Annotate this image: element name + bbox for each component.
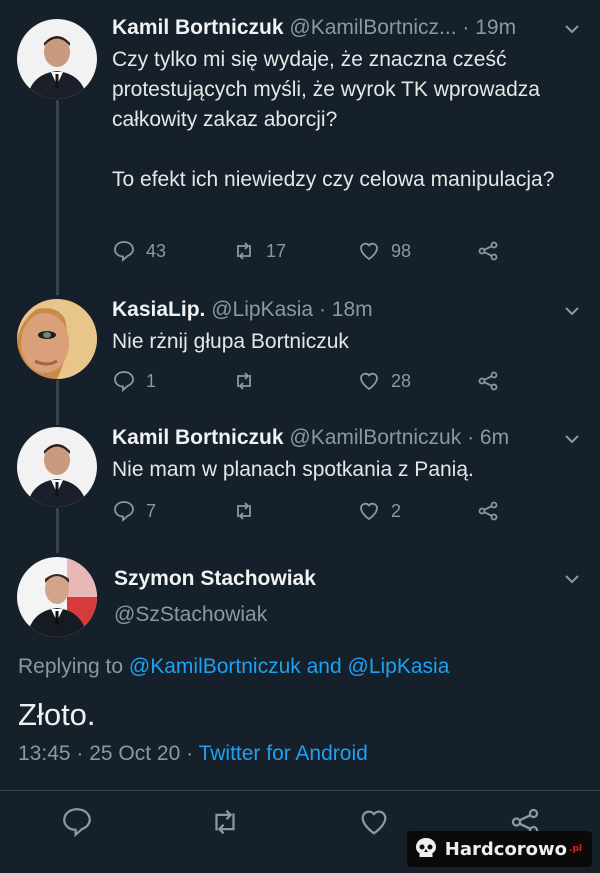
tweet-kamil-2[interactable]: Kamil Bortniczuk @KamilBortniczuk · 6m N… [0,425,600,535]
tweet-datetime: 13:45 · 25 Oct 20 · [18,742,199,765]
share-icon [478,371,498,391]
tweet-actions: 1 28 [112,366,512,396]
main-tweet-text: Złoto. [18,697,96,732]
author-handle[interactable]: @KamilBortnicz... [289,16,456,39]
author-name[interactable]: Kamil Bortniczuk [112,426,284,449]
tweet-actions: 43 17 98 [112,236,512,266]
tweet-kasia[interactable]: KasiaLip. @LipKasia · 18m Nie rżnij głup… [0,297,600,407]
watermark-text: Hardcorowo [444,838,568,860]
share-button[interactable] [476,366,500,396]
tweet-header: Kamil Bortniczuk @KamilBortnicz... · 19m [112,16,517,39]
avatar[interactable] [17,299,97,379]
reply-button[interactable]: 1 [112,366,156,396]
like-button[interactable]: 28 [357,366,411,396]
tweet-text: Nie rżnij głupa Bortniczuk [112,330,349,353]
main-tweet-header[interactable]: Szymon Stachowiak @SzStachowiak [0,555,600,645]
reply-button[interactable]: 43 [112,236,166,266]
mention-link[interactable]: @KamilBortniczuk [129,655,301,678]
replying-to: Replying to @KamilBortniczuk and @LipKas… [18,655,450,678]
share-icon [478,501,498,521]
reply-icon [63,808,91,838]
chevron-down-icon[interactable] [562,569,582,589]
chevron-down-icon[interactable] [562,301,582,321]
like-button[interactable]: 2 [357,496,401,526]
tweet-kamil-1[interactable]: Kamil Bortniczuk @KamilBortnicz... · 19m… [0,15,600,275]
tweet-header: KasiaLip. @LipKasia · 18m [112,298,373,321]
heart-icon [360,372,378,391]
chevron-down-icon[interactable] [562,19,582,39]
retweet-button[interactable] [232,496,266,526]
tweet-text: Nie mam w planach spotkania z Panią. [112,458,474,481]
like-button[interactable] [357,805,391,839]
retweet-button[interactable] [208,805,242,839]
heart-icon [361,810,387,835]
divider [0,790,600,791]
heart-icon [360,242,378,261]
tweet-text: Czy tylko mi się wydaje, że znaczna cześ… [112,48,555,191]
mention-link[interactable]: @LipKasia [348,655,450,678]
reply-icon [114,371,134,393]
retweet-icon [237,502,251,520]
tweet-time[interactable]: 18m [332,298,373,321]
avatar[interactable] [17,557,97,637]
reply-button[interactable] [60,805,94,839]
author-name[interactable]: Kamil Bortniczuk [112,16,284,39]
retweet-icon [215,809,235,835]
watermark-suffix: .pl [569,844,582,854]
skull-icon [415,838,436,857]
author-handle[interactable]: @LipKasia [211,298,313,321]
author-name[interactable]: KasiaLip. [112,298,205,321]
tweet-time[interactable]: 19m [475,16,516,39]
watermark-logo: Hardcorowo .pl [406,831,592,867]
retweet-icon [237,372,251,390]
avatar[interactable] [17,19,97,99]
retweet-button[interactable] [232,366,266,396]
tweet-time[interactable]: 6m [480,426,509,449]
author-handle[interactable]: @KamilBortniczuk [289,426,461,449]
retweet-icon [237,242,251,260]
share-button[interactable] [476,236,500,266]
retweet-button[interactable]: 17 [232,236,286,266]
tweet-meta: 13:45 · 25 Oct 20 · Twitter for Android [18,742,368,766]
chevron-down-icon[interactable] [562,429,582,449]
heart-icon [360,502,378,521]
like-button[interactable]: 98 [357,236,411,266]
avatar[interactable] [17,427,97,507]
tweet-actions: 7 2 [112,496,512,526]
tweet-header: Kamil Bortniczuk @KamilBortniczuk · 6m [112,426,510,449]
reply-icon [114,501,134,523]
author-name[interactable]: Szymon Stachowiak [114,567,316,591]
source-link[interactable]: Twitter for Android [199,742,368,765]
reply-icon [114,241,134,263]
author-handle[interactable]: @SzStachowiak [114,603,267,627]
share-button[interactable] [476,496,500,526]
share-icon [478,241,498,261]
reply-button[interactable]: 7 [112,496,156,526]
